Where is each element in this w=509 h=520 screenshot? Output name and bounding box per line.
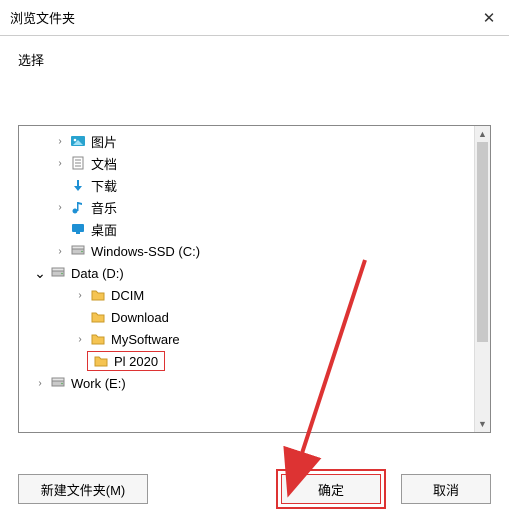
folder-icon — [89, 330, 107, 348]
selected-folder[interactable]: Pl 2020 — [87, 351, 165, 371]
tree-row[interactable]: › DCIM — [19, 284, 474, 306]
folder-tree[interactable]: ›图片›文档›下载›音乐›桌面›Windows-SSD (C:)⌄Data (D… — [19, 126, 474, 432]
tree-row-label: 音乐 — [91, 198, 117, 217]
chevron-right-icon[interactable]: › — [73, 334, 87, 345]
cancel-label: 取消 — [433, 480, 459, 499]
tree-row-label: Windows-SSD (C:) — [91, 244, 200, 259]
scroll-up-icon[interactable]: ▲ — [475, 126, 490, 142]
tree-row[interactable]: ›下载 — [19, 174, 474, 196]
tree-row-label: Pl 2020 — [114, 354, 158, 369]
drive-icon — [49, 264, 67, 282]
folder-icon — [89, 308, 107, 326]
prompt-label: 选择 — [0, 36, 509, 77]
music-icon — [69, 198, 87, 216]
drive-icon — [69, 242, 87, 260]
tree-row-label: 文档 — [91, 154, 117, 173]
ok-label: 确定 — [318, 480, 344, 499]
desktop-icon — [69, 220, 87, 238]
new-folder-label: 新建文件夹(M) — [41, 480, 126, 499]
scroll-down-icon[interactable]: ▼ — [475, 416, 490, 432]
scrollbar[interactable]: ▲ ▼ — [474, 126, 490, 432]
tree-row-label: 下载 — [91, 176, 117, 195]
chevron-right-icon[interactable]: › — [73, 290, 87, 301]
tree-row-label: MySoftware — [111, 332, 180, 347]
tree-row[interactable]: ›桌面 — [19, 218, 474, 240]
tree-row-label: Download — [111, 310, 169, 325]
tree-row[interactable]: › Windows-SSD (C:) — [19, 240, 474, 262]
chevron-right-icon[interactable]: › — [53, 202, 67, 213]
chevron-right-icon[interactable]: › — [53, 246, 67, 257]
close-button[interactable]: ✕ — [469, 0, 509, 36]
tree-row-label: DCIM — [111, 288, 144, 303]
ok-button[interactable]: 确定 — [281, 474, 381, 504]
documents-icon — [69, 154, 87, 172]
titlebar: 浏览文件夹 ✕ — [0, 0, 509, 36]
tree-row[interactable]: ›Pl 2020 — [19, 350, 474, 372]
close-icon: ✕ — [483, 9, 496, 27]
chevron-down-icon[interactable]: ⌄ — [33, 265, 47, 282]
tree-row-label: Work (E:) — [71, 376, 126, 391]
tree-row[interactable]: ›Download — [19, 306, 474, 328]
tree-row[interactable]: › 图片 — [19, 130, 474, 152]
tree-row[interactable]: › Work (E:) — [19, 372, 474, 394]
new-folder-button[interactable]: 新建文件夹(M) — [18, 474, 148, 504]
tree-row[interactable]: › 文档 — [19, 152, 474, 174]
chevron-right-icon[interactable]: › — [53, 158, 67, 169]
downloads-icon — [69, 176, 87, 194]
tree-row-label: 图片 — [91, 132, 117, 151]
drive-icon — [49, 374, 67, 392]
cancel-button[interactable]: 取消 — [401, 474, 491, 504]
folder-icon — [92, 352, 110, 370]
scroll-thumb[interactable] — [477, 142, 488, 342]
button-row: 新建文件夹(M) 确定 取消 — [0, 458, 509, 520]
chevron-right-icon[interactable]: › — [33, 378, 47, 389]
tree-row-label: 桌面 — [91, 220, 117, 239]
folder-icon — [89, 286, 107, 304]
tree-row-label: Data (D:) — [71, 266, 124, 281]
folder-tree-container: ›图片›文档›下载›音乐›桌面›Windows-SSD (C:)⌄Data (D… — [18, 125, 491, 433]
tree-row[interactable]: ⌄ Data (D:) — [19, 262, 474, 284]
window-title: 浏览文件夹 — [10, 8, 469, 27]
pictures-icon — [69, 132, 87, 150]
chevron-right-icon[interactable]: › — [53, 136, 67, 147]
tree-row[interactable]: › 音乐 — [19, 196, 474, 218]
tree-row[interactable]: › MySoftware — [19, 328, 474, 350]
